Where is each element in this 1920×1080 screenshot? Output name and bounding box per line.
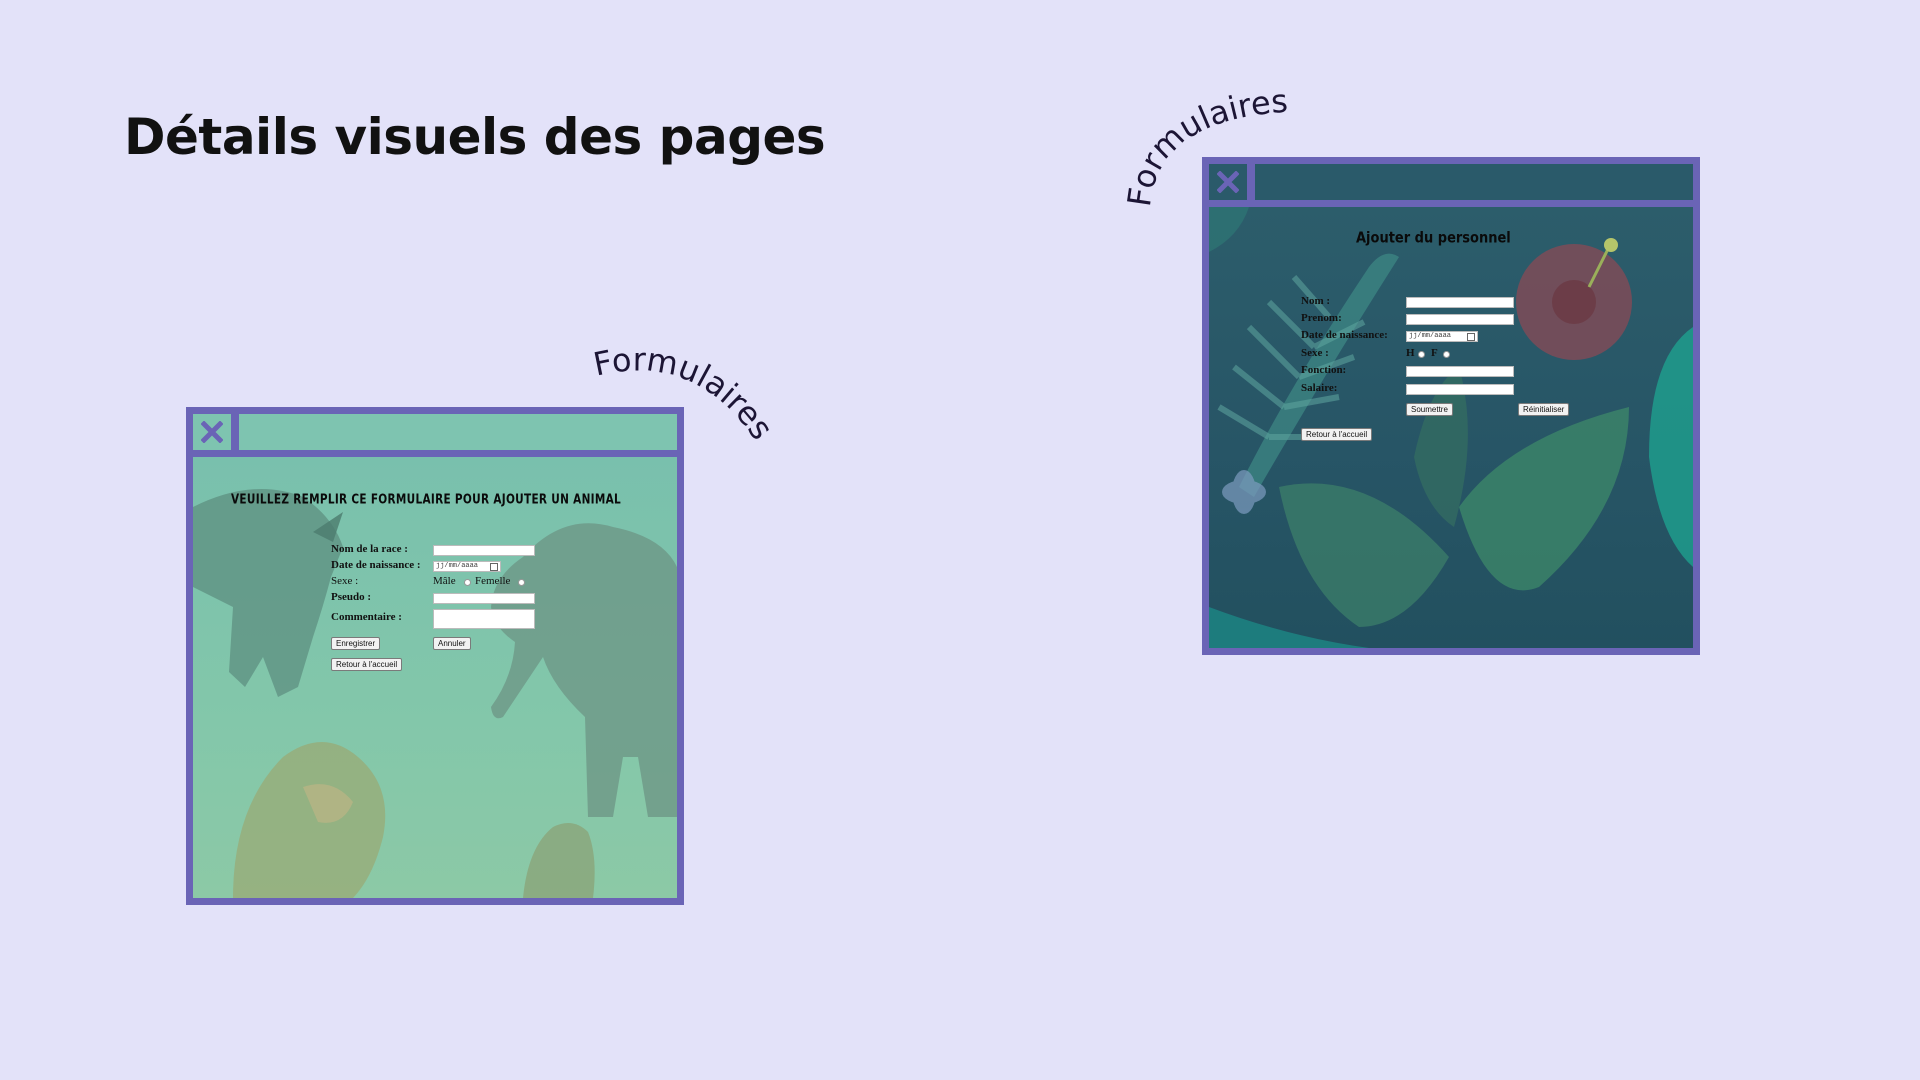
- function-input[interactable]: [1406, 366, 1514, 377]
- home-button[interactable]: Retour à l'accueil: [1301, 428, 1373, 441]
- birth-date-placeholder: jj/mm/aaaa: [1409, 332, 1452, 340]
- name-label: Nom :: [1301, 295, 1331, 307]
- cancel-button[interactable]: Annuler: [433, 637, 471, 650]
- firstname-label: Prenom:: [1301, 312, 1342, 324]
- firstname-input[interactable]: [1406, 314, 1514, 325]
- salary-label: Salaire:: [1301, 382, 1338, 394]
- staff-form-page: Ajouter du personnel Nom : Prenom: Date …: [1209, 207, 1693, 648]
- comment-textarea[interactable]: [433, 609, 535, 629]
- sex-option-h-label: H: [1406, 347, 1415, 359]
- race-label: Nom de la race :: [331, 543, 408, 555]
- salary-input[interactable]: [1406, 384, 1514, 395]
- sex-option-female-label: Femelle: [475, 575, 511, 587]
- sex-option-female-radio[interactable]: [518, 579, 525, 586]
- foliage-background-illustration: [1209, 207, 1693, 648]
- animal-form-window: VEUILLEZ REMPLIR CE FORMULAIRE POUR AJOU…: [186, 407, 684, 905]
- sex-label: Sexe :: [1301, 347, 1329, 359]
- staff-window-close-button[interactable]: [1209, 164, 1247, 200]
- function-label: Fonction:: [1301, 364, 1347, 376]
- pseudo-label: Pseudo :: [331, 591, 372, 603]
- sex-option-male-radio[interactable]: [464, 579, 471, 586]
- sex-option-f-label: F: [1431, 347, 1438, 359]
- close-icon: [1217, 171, 1239, 193]
- birth-date-input[interactable]: jj/mm/aaaa: [1406, 331, 1478, 342]
- animal-form-page: VEUILLEZ REMPLIR CE FORMULAIRE POUR AJOU…: [193, 457, 677, 898]
- submit-button[interactable]: Soumettre: [1406, 403, 1453, 416]
- sex-option-male-label: Mâle: [433, 575, 456, 587]
- sex-option-f-radio[interactable]: [1443, 351, 1450, 358]
- staff-window-titlebar: [1209, 164, 1693, 200]
- name-input[interactable]: [1406, 297, 1514, 308]
- animal-window-titlebar: [193, 414, 677, 450]
- sex-label: Sexe :: [331, 575, 359, 587]
- sex-option-h-radio[interactable]: [1418, 351, 1425, 358]
- slide-title: Détails visuels des pages: [124, 108, 826, 166]
- comment-label: Commentaire :: [331, 611, 402, 623]
- animal-window-title-bar-fill: [239, 414, 677, 450]
- birth-date-label: Date de naissance :: [331, 559, 421, 571]
- staff-form-window: Ajouter du personnel Nom : Prenom: Date …: [1202, 157, 1700, 655]
- calendar-icon[interactable]: [1467, 333, 1475, 341]
- staff-window-title-bar-fill: [1255, 164, 1693, 200]
- home-button[interactable]: Retour à l'accueil: [331, 658, 403, 671]
- race-input[interactable]: [433, 545, 535, 556]
- birth-date-input[interactable]: jj/mm/aaaa: [433, 561, 501, 572]
- birth-date-label: Date de naissance:: [1301, 329, 1388, 341]
- staff-form-heading: Ajouter du personnel: [1356, 230, 1511, 248]
- close-icon: [201, 421, 223, 443]
- pseudo-input[interactable]: [433, 593, 535, 604]
- reset-button[interactable]: Réinitialiser: [1518, 403, 1570, 416]
- save-button[interactable]: Enregistrer: [331, 637, 381, 650]
- calendar-icon[interactable]: [490, 563, 498, 571]
- animal-window-close-button[interactable]: [193, 414, 231, 450]
- birth-date-placeholder: jj/mm/aaaa: [436, 562, 479, 570]
- animal-form-heading: VEUILLEZ REMPLIR CE FORMULAIRE POUR AJOU…: [231, 492, 622, 507]
- animal-background-illustration: [193, 489, 677, 898]
